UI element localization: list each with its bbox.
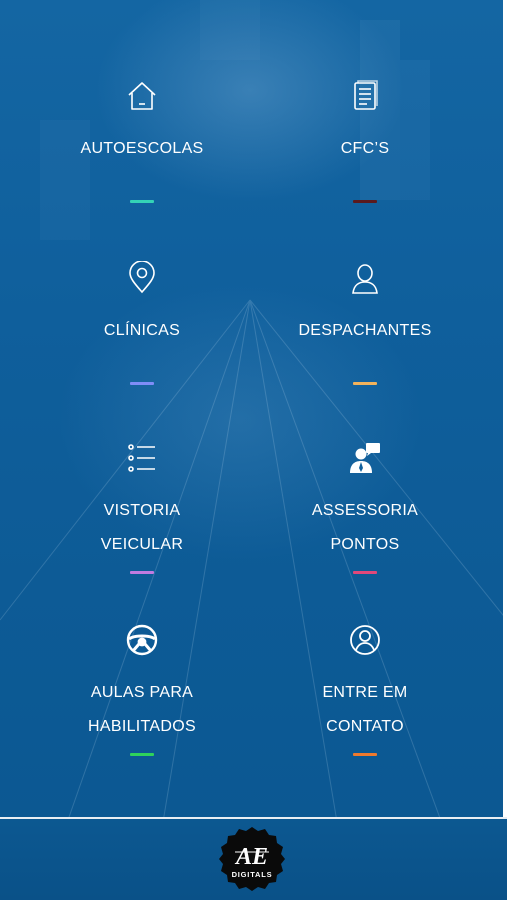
menu-item-entre-em-contato[interactable]: ENTRE EM CONTATO	[250, 622, 480, 792]
menu-item-label: ENTRE EM CONTATO	[322, 684, 408, 735]
home-icon	[124, 78, 160, 114]
accent-dash	[130, 200, 154, 203]
menu-item-despachantes[interactable]: DESPACHANTES	[250, 260, 480, 430]
menu-item-vistoria-veicular[interactable]: VISTORIA VEICULAR	[27, 440, 257, 610]
user-circle-icon	[347, 622, 383, 658]
accent-dash	[130, 753, 154, 756]
document-icon	[347, 78, 383, 114]
menu-item-label: ASSESSORIA PONTOS	[311, 502, 419, 553]
accent-dash	[353, 753, 377, 756]
presenter-icon	[347, 440, 383, 476]
logo-text: DIGITALS	[232, 870, 273, 879]
menu-item-clinicas[interactable]: CLÍNICAS	[27, 260, 257, 430]
right-edge-border	[503, 0, 507, 900]
ae-digitals-logo-icon[interactable]: AE DIGITALS	[219, 826, 285, 892]
list-icon	[124, 440, 160, 476]
menu-item-label: CFC’S	[340, 140, 390, 157]
steering-wheel-icon	[124, 622, 160, 658]
menu-item-label: DESPACHANTES	[298, 322, 432, 339]
menu-item-aulas-para-habilitados[interactable]: AULAS PARA HABILITADOS	[27, 622, 257, 792]
menu-item-label: AULAS PARA HABILITADOS	[88, 684, 196, 735]
menu-item-autoescolas[interactable]: AUTOESCOLAS	[27, 78, 257, 248]
user-icon	[347, 260, 383, 296]
accent-dash	[353, 200, 377, 203]
accent-dash	[130, 382, 154, 385]
menu-item-label: AUTOESCOLAS	[80, 140, 204, 157]
location-pin-icon	[124, 260, 160, 296]
logo-mark: AE	[234, 844, 268, 870]
accent-dash	[353, 571, 377, 574]
accent-dash	[130, 571, 154, 574]
menu-item-label: CLÍNICAS	[103, 322, 181, 339]
menu-grid: AUTOESCOLAS CFC’S CLÍNICAS DESPACHANTES …	[0, 0, 503, 812]
menu-item-label: VISTORIA VEICULAR	[100, 502, 184, 553]
accent-dash	[353, 382, 377, 385]
menu-item-assessoria-pontos[interactable]: ASSESSORIA PONTOS	[250, 440, 480, 610]
menu-item-cfcs[interactable]: CFC’S	[250, 78, 480, 248]
